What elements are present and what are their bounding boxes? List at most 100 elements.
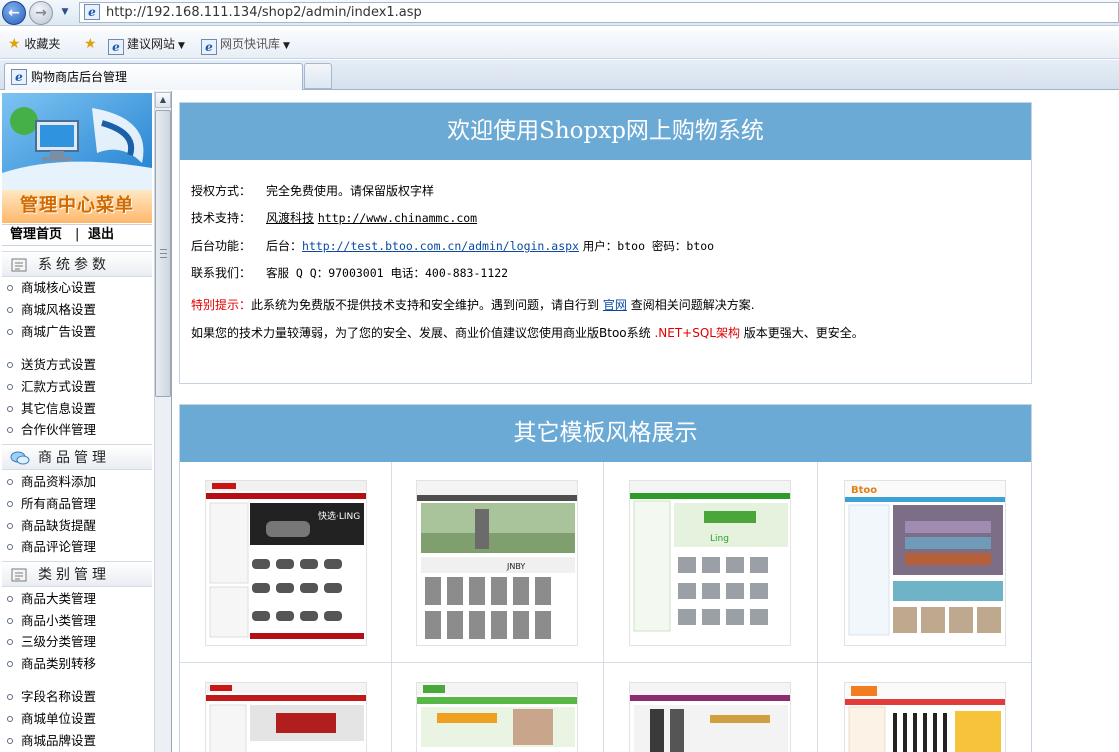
- menu-item-label: 字段名称设置: [21, 689, 97, 704]
- suggested-sites-button[interactable]: e 建议网站 ▼: [108, 36, 185, 55]
- bullet-icon: [7, 716, 13, 722]
- bullet-icon: [7, 329, 13, 335]
- menu-title-banner: 管理中心菜单: [2, 190, 152, 223]
- new-tab-button[interactable]: [304, 63, 332, 89]
- history-dropdown-icon[interactable]: ▼: [58, 4, 72, 20]
- web-slice-button[interactable]: e 网页快讯库 ▼: [201, 36, 290, 55]
- suggested-sites-label: 建议网站: [127, 37, 176, 51]
- template-preview-7: [630, 683, 790, 752]
- menu-item[interactable]: 商品类别转移: [4, 654, 152, 674]
- menu-item[interactable]: 商城广告设置: [4, 322, 152, 342]
- menu-item-label: 商品评论管理: [21, 539, 97, 554]
- home-link[interactable]: 管理首页: [10, 225, 62, 245]
- template-thumbnail[interactable]: 快选·LING: [205, 480, 367, 646]
- grid-divider: [817, 462, 818, 752]
- templates-panel: 其它模板风格展示 快选·LING JNBY Ling Btoo: [179, 404, 1032, 752]
- support-line: 技术支持： 风渡科技 http://www.chinammc.com: [191, 210, 477, 226]
- bullet-icon: [7, 639, 13, 645]
- logout-link[interactable]: 退出: [88, 225, 114, 245]
- menu-item[interactable]: 商品资料添加: [4, 472, 152, 492]
- menu-item[interactable]: 商品评论管理: [4, 537, 152, 557]
- welcome-panel: 欢迎使用Shopxp网上购物系统 授权方式： 完全免费使用。请保留版权字样 技术支…: [179, 102, 1032, 384]
- menu-item-label: 商城核心设置: [21, 280, 97, 295]
- ie-tab-icon: e: [11, 69, 27, 85]
- support-url-link[interactable]: http://www.chinammc.com: [318, 211, 477, 225]
- banner-text: Ling: [710, 534, 729, 544]
- menu-item[interactable]: 其它信息设置: [4, 399, 152, 419]
- section-header-system[interactable]: 系统参数: [2, 251, 152, 277]
- bullet-icon: [7, 501, 13, 507]
- support-name-link[interactable]: 风渡科技: [266, 211, 314, 225]
- menu-item[interactable]: 三级分类管理: [4, 632, 152, 652]
- tab-bar: e 购物商店后台管理: [0, 60, 1119, 90]
- menu-item[interactable]: 商品大类管理: [4, 589, 152, 609]
- bullet-icon: [7, 618, 13, 624]
- menu-item-label: 商品缺货提醒: [21, 518, 97, 533]
- template-thumbnail[interactable]: [844, 682, 1006, 752]
- menu-item[interactable]: 所有商品管理: [4, 494, 152, 514]
- grid-divider: [603, 462, 604, 752]
- section-title: 类别管理: [38, 567, 110, 583]
- menu-item[interactable]: 商城单位设置: [4, 709, 152, 729]
- template-preview-4: Btoo: [845, 481, 1005, 636]
- menu-item-label: 商城风格设置: [21, 302, 97, 317]
- scroll-up-icon[interactable]: ▲: [155, 92, 171, 108]
- bullet-icon: [7, 362, 13, 368]
- home-row: 管理首页 | 退出: [2, 224, 152, 246]
- menu-scrollbar[interactable]: ▲: [154, 91, 171, 752]
- backend-url-link[interactable]: http://test.btoo.com.cn/admin/login.aspx: [302, 239, 579, 253]
- notice-line: 特别提示：此系统为免费版不提供技术支持和安全维护。遇到问题，请自行到 官网 查阅…: [191, 297, 755, 313]
- bullet-icon: [7, 694, 13, 700]
- menu-item-label: 汇款方式设置: [21, 379, 97, 394]
- menu-item[interactable]: 商城品牌设置: [4, 731, 152, 751]
- bullet-icon: [7, 661, 13, 667]
- chevron-down-icon: ▼: [178, 41, 185, 51]
- menu-item-label: 商城品牌设置: [21, 733, 97, 748]
- license-label: 授权方式：: [191, 184, 252, 198]
- bullet-icon: [7, 285, 13, 291]
- menu-item[interactable]: 送货方式设置: [4, 355, 152, 375]
- url-text[interactable]: http://192.168.111.134/shop2/admin/index…: [106, 4, 422, 22]
- template-thumbnail[interactable]: [416, 682, 578, 752]
- menu-item[interactable]: 商品缺货提醒: [4, 516, 152, 536]
- settings-icon: [11, 568, 27, 582]
- scroll-thumb[interactable]: [155, 110, 171, 397]
- add-favorite-button[interactable]: ★: [84, 36, 97, 52]
- template-thumbnail[interactable]: Ling: [629, 480, 791, 646]
- url-input[interactable]: e http://192.168.111.134/shop2/admin/ind…: [79, 2, 1119, 23]
- menu-item[interactable]: 商城风格设置: [4, 300, 152, 320]
- promo-line: 如果您的技术力量较薄弱，为了您的安全、发展、商业价值建议您使用商业版Btoo系统…: [191, 325, 864, 341]
- template-preview-2: JNBY: [417, 481, 577, 639]
- bullet-icon: [7, 427, 13, 433]
- forward-button[interactable]: →: [29, 1, 53, 25]
- template-thumbnail[interactable]: Btoo: [844, 480, 1006, 646]
- templates-title: 其它模板风格展示: [180, 405, 1031, 462]
- back-button[interactable]: ←: [2, 1, 26, 25]
- menu-item-label: 商品资料添加: [21, 474, 97, 489]
- chat-bubble-icon: [10, 451, 30, 465]
- menu-item-label: 三级分类管理: [21, 634, 97, 649]
- menu-item-label: 商品类别转移: [21, 656, 97, 671]
- welcome-title: 欢迎使用Shopxp网上购物系统: [180, 103, 1031, 160]
- section-header-categories[interactable]: 类别管理: [2, 561, 152, 587]
- tab-shop-admin[interactable]: e 购物商店后台管理: [4, 63, 303, 90]
- template-thumbnail[interactable]: [629, 682, 791, 752]
- favorites-button[interactable]: ★ 收藏夹: [8, 36, 60, 52]
- section-header-products[interactable]: 商品管理: [2, 444, 152, 470]
- template-preview-6: [417, 683, 577, 747]
- template-thumbnail[interactable]: [205, 682, 367, 752]
- bullet-icon: [7, 738, 13, 744]
- menu-item-label: 商城单位设置: [21, 711, 97, 726]
- notice-text: 此系统为免费版不提供技术支持和安全维护。遇到问题，请自行到: [251, 298, 600, 312]
- menu-item[interactable]: 合作伙伴管理: [4, 420, 152, 440]
- bullet-icon: [7, 384, 13, 390]
- menu-item[interactable]: 商城核心设置: [4, 278, 152, 298]
- template-thumbnail[interactable]: JNBY: [416, 480, 578, 646]
- menu-item-label: 商城广告设置: [21, 324, 97, 339]
- template-preview-8: [845, 683, 1005, 752]
- menu-item[interactable]: 商品小类管理: [4, 611, 152, 631]
- menu-item[interactable]: 汇款方式设置: [4, 377, 152, 397]
- official-site-link[interactable]: 官网: [603, 298, 627, 312]
- menu-item[interactable]: 字段名称设置: [4, 687, 152, 707]
- favorites-label: 收藏夹: [24, 37, 61, 51]
